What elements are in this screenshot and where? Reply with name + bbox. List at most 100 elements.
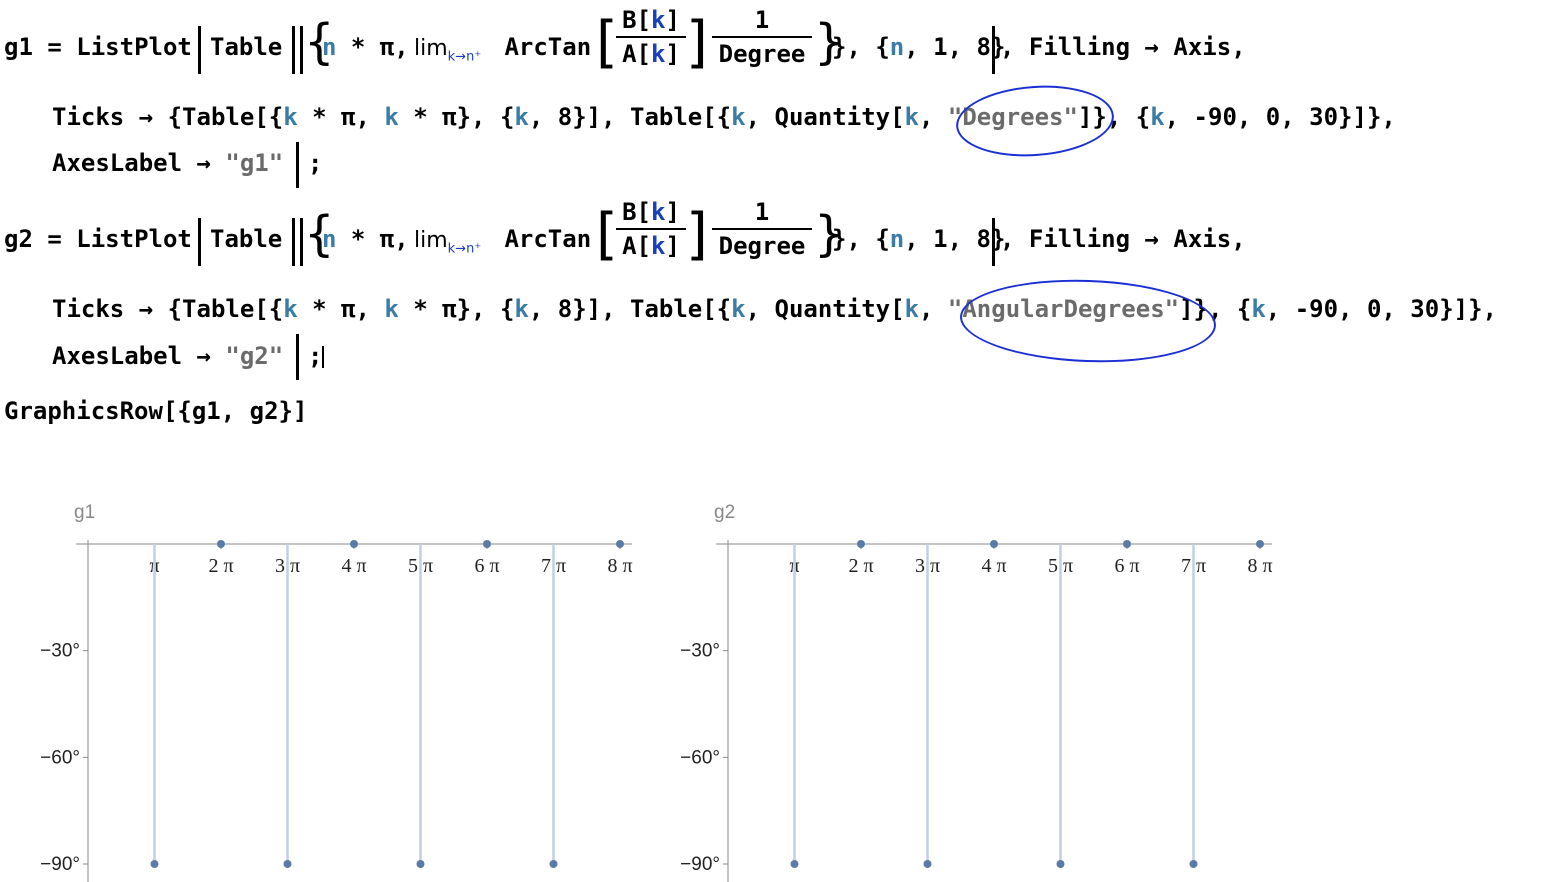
axeslabel-text-2: AxesLabel →	[52, 342, 226, 370]
arctan-text-2: ArcTan	[490, 225, 592, 253]
frac-bar-2	[712, 36, 812, 38]
var-g1: g1	[4, 33, 33, 61]
annotation-circle-angular-degrees	[958, 275, 1218, 367]
frac-k-num-2: k	[651, 198, 666, 226]
ticks-comma: ,	[919, 103, 948, 131]
graphicsrow-text: GraphicsRow[{g1, g2}]	[4, 397, 308, 425]
range-spec: }, {n, 1, 8}	[832, 32, 1005, 62]
text-cursor	[322, 346, 324, 368]
filling-option-2: , Filling → Axis,	[1000, 224, 1246, 254]
code-line-g1-ticks: Ticks → {Table[{k * π, k * π}, {k, 8}], …	[52, 102, 1396, 132]
bracket-open-big	[198, 26, 201, 74]
ticks-mid3: , 8}], Table[{	[528, 103, 732, 131]
data-point	[616, 540, 624, 548]
ticks-mid4: , Quantity[	[745, 103, 905, 131]
data-point	[1256, 540, 1264, 548]
range-rest: , 1, 8}	[904, 33, 1006, 61]
data-point	[416, 860, 425, 868]
plot-g1: g1π2 π3 π4 π5 π6 π7 π8 π−90°−60°−30°	[40, 502, 633, 882]
var-g2: g2	[4, 225, 33, 253]
x-tick-label: 4 π	[341, 555, 366, 577]
frac-close-num: ]	[665, 6, 680, 34]
table-text-2: Table	[210, 225, 283, 253]
fn-arctan-2: ArcTan	[490, 224, 591, 254]
axeslabel-string-g1: "g1"	[225, 149, 284, 177]
frac-close-den: ]	[665, 40, 680, 68]
semicolon-text-g1: ;	[308, 149, 323, 177]
frac-b-2: B[	[622, 198, 651, 226]
ticks-k2-2: k	[384, 295, 399, 323]
frac-close-den-2: ]	[665, 232, 680, 260]
bracket-open-arctan: [	[596, 10, 618, 75]
frac-denominator: A[k]	[616, 40, 686, 68]
x-tick-label: 2 π	[848, 555, 873, 577]
equals-sign: =	[32, 33, 77, 61]
frac-one: 1	[754, 6, 770, 34]
semicolon-g2: ;	[308, 341, 322, 371]
ticks-start: Ticks → {Table[{	[52, 103, 284, 131]
data-point	[1123, 540, 1131, 548]
bracket-close-listplot	[296, 142, 299, 188]
data-point	[790, 860, 799, 868]
filling-text-2: , Filling → Axis,	[1000, 225, 1246, 253]
ticks-k6: k	[1150, 103, 1165, 131]
fn-listplot: ListPlot	[76, 33, 192, 61]
range-var-n-2: n	[889, 225, 905, 253]
ticks-k1-2: k	[283, 295, 298, 323]
bracket-open-table-1	[292, 26, 295, 74]
fraction-one-over-degree-2: 1 Degree	[712, 198, 812, 260]
y-axis-label: g2	[714, 502, 735, 523]
ticks-mid4-2: , Quantity[	[745, 295, 905, 323]
bracket-open-table-2	[300, 26, 303, 74]
data-point	[549, 860, 558, 868]
fn-table: Table	[210, 32, 282, 62]
range-rest-2: , 1, 8}	[904, 225, 1006, 253]
fraction-b-over-a-2: B[k] A[k]	[616, 198, 686, 260]
y-tick-label: −60°	[40, 747, 80, 768]
code-line-g1-axeslabel: AxesLabel → "g1"	[52, 148, 283, 178]
times-pi: * π,	[336, 33, 424, 61]
ticks-k6-2: k	[1251, 295, 1266, 323]
range-spec-2: }, {n, 1, 8}	[832, 224, 1005, 254]
data-point	[150, 860, 159, 868]
lim-text: lim	[414, 36, 448, 61]
x-tick-label: 4 π	[981, 555, 1006, 577]
var-n: n	[322, 33, 337, 61]
bracket-close-arctan-2: ]	[686, 202, 708, 267]
data-point	[1189, 860, 1198, 868]
filling-text: , Filling → Axis,	[1000, 33, 1246, 61]
ticks-comma-2: ,	[919, 295, 948, 323]
limit-operator: limk→n⁺	[414, 34, 481, 72]
bracket-open-big-2	[198, 218, 201, 266]
x-tick-label: 8 π	[607, 555, 632, 577]
ticks-mid1-2: * π,	[297, 295, 385, 323]
ticks-tail-b: , -90, 0, 30}]},	[1164, 103, 1396, 131]
ticks-k4: k	[731, 103, 746, 131]
graphicsrow-input[interactable]: GraphicsRow[{g1, g2}]	[4, 396, 307, 426]
fn-table-2: Table	[210, 224, 282, 254]
y-tick-label: −30°	[680, 641, 720, 662]
ticks-tail-b-2: , -90, 0, 30}]},	[1265, 295, 1497, 323]
ticks-k3: k	[514, 103, 529, 131]
ticks-k1: k	[283, 103, 298, 131]
x-tick-label: 8 π	[1247, 555, 1272, 577]
range-var-n: n	[889, 33, 905, 61]
code-line-g1-listplot: g1 = ListPlot	[4, 32, 192, 62]
arctan-text: ArcTan	[490, 33, 592, 61]
bracket-close-listplot-2	[296, 334, 299, 380]
frac-bar-4	[712, 228, 812, 230]
table-text: Table	[210, 33, 283, 61]
data-point	[1056, 860, 1065, 868]
y-tick-label: −90°	[40, 854, 80, 875]
semicolon-text-g2: ;	[308, 342, 323, 370]
data-point	[990, 540, 998, 548]
expr-n-pi: n * π,	[322, 32, 423, 62]
annotation-circle-degrees	[953, 80, 1117, 162]
fraction-b-over-a: B[k] A[k]	[616, 6, 686, 68]
fraction-one-over-degree: 1 Degree	[712, 6, 812, 68]
data-point	[923, 860, 932, 868]
data-point	[217, 540, 225, 548]
ticks-mid1: * π,	[297, 103, 385, 131]
data-point	[857, 540, 865, 548]
range-open: }, {	[832, 33, 890, 61]
